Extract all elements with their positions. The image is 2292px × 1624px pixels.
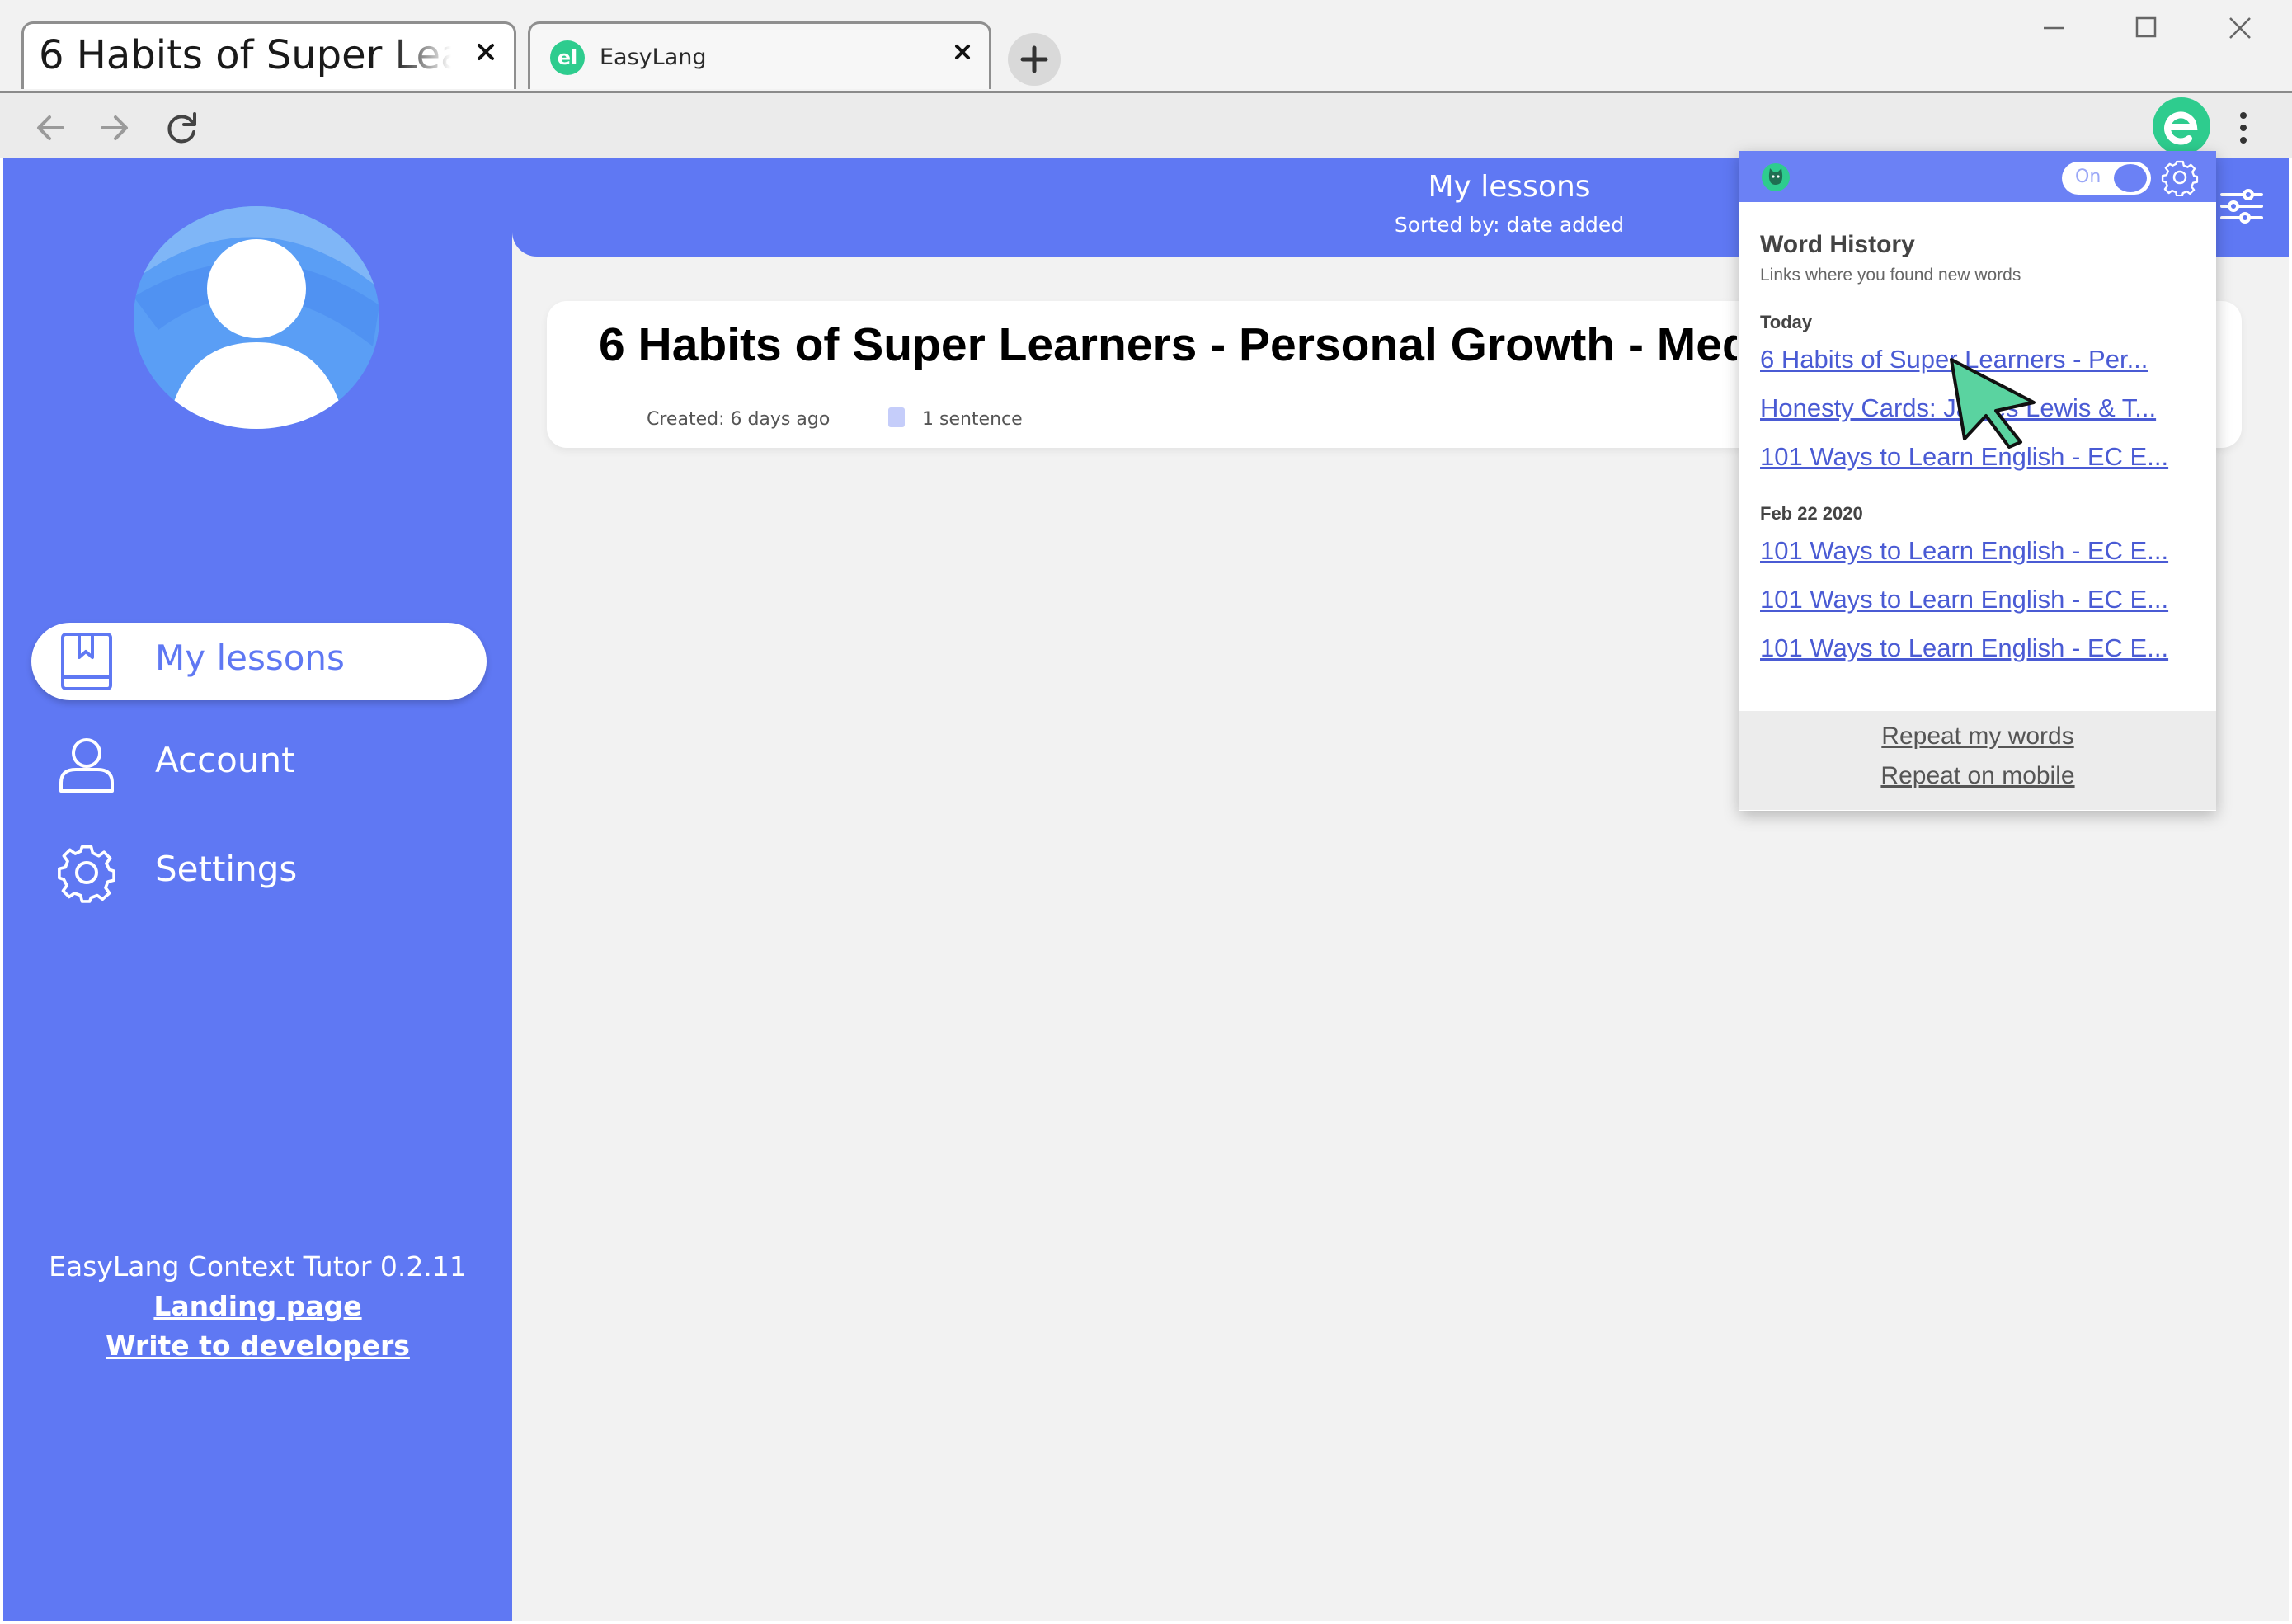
mouse-cursor-icon [1950, 358, 2036, 449]
cat-mascot-icon [1762, 163, 1790, 191]
app-version-text: EasyLang Context Tutor 0.2.11 [49, 1250, 467, 1283]
word-history-title: Word History [1760, 231, 1915, 258]
gear-icon[interactable] [2161, 158, 2199, 196]
sidebar-footer: EasyLang Context Tutor 0.2.11 Landing pa… [3, 1247, 512, 1366]
gear-icon [58, 845, 115, 903]
write-to-developers-link[interactable]: Write to developers [3, 1326, 512, 1366]
sidebar-item-label: Account [155, 740, 295, 780]
browser-toolbar [0, 93, 2292, 158]
sidebar-item-account[interactable]: Account [31, 725, 487, 803]
close-window-icon[interactable] [2215, 12, 2265, 45]
sidebar-item-my-lessons[interactable]: My lessons [31, 623, 487, 700]
sidebar-item-settings[interactable]: Settings [31, 834, 487, 911]
page-title: My lessons [1428, 170, 1591, 204]
back-arrow-icon[interactable] [30, 107, 71, 148]
browser-tab-medium[interactable]: 6 Habits of Super Learners - Personal Gr… [21, 21, 516, 89]
toggle-label: On [2075, 167, 2101, 187]
sidebar-item-label: My lessons [155, 638, 345, 678]
toggle-knob [2114, 164, 2147, 192]
avatar[interactable] [134, 206, 379, 429]
word-history-subtitle: Links where you found new words [1760, 266, 2021, 285]
tab-title: EasyLang [600, 45, 707, 70]
sentence-count-icon [888, 407, 905, 427]
new-tab-button[interactable] [1008, 33, 1061, 86]
cat-face-icon [1768, 168, 1783, 185]
lesson-title[interactable]: 6 Habits of Super Learners - Personal Gr… [599, 318, 1737, 372]
sidebar-item-label: Settings [155, 849, 298, 889]
repeat-on-mobile-link[interactable]: Repeat on mobile [1739, 762, 2216, 790]
sidebar: My lessons Account Settings [3, 158, 512, 1621]
history-group-date: Today [1760, 312, 1813, 332]
book-icon [61, 633, 112, 690]
history-link[interactable]: 101 Ways to Learn English - EC E... [1760, 536, 2168, 566]
forward-arrow-icon[interactable] [94, 107, 135, 148]
history-group-date: Feb 22 2020 [1760, 503, 1863, 524]
user-icon [59, 738, 114, 793]
sort-label: Sorted by: date added [1394, 213, 1625, 237]
history-link[interactable]: 101 Ways to Learn English - EC E... [1760, 585, 2168, 614]
browser-tab-easylang[interactable]: el EasyLang [528, 21, 991, 89]
lesson-created-date: Created: 6 days ago [647, 409, 831, 430]
filter-settings-icon[interactable] [2219, 188, 2265, 224]
history-link[interactable]: 101 Ways to Learn English - EC E... [1760, 633, 2168, 663]
user-avatar-icon [134, 206, 379, 429]
reload-icon[interactable] [162, 107, 203, 148]
repeat-my-words-link[interactable]: Repeat my words [1739, 723, 2216, 751]
close-tab-icon[interactable] [469, 35, 502, 68]
close-tab-icon[interactable] [946, 35, 979, 68]
easylang-extension-icon[interactable] [2153, 97, 2210, 155]
browser-menu-icon[interactable] [2235, 110, 2252, 146]
maximize-window-icon[interactable] [2121, 12, 2171, 45]
lesson-sentence-count: 1 sentence [922, 409, 1023, 430]
plus-icon [1020, 45, 1048, 73]
tab-title: 6 Habits of Super Learners - Personal Gr… [39, 32, 451, 78]
landing-page-link[interactable]: Landing page [3, 1287, 512, 1326]
minimize-window-icon[interactable] [2029, 12, 2078, 45]
easylang-favicon-icon: el [550, 40, 585, 75]
easylang-logo-icon [2164, 111, 2198, 145]
